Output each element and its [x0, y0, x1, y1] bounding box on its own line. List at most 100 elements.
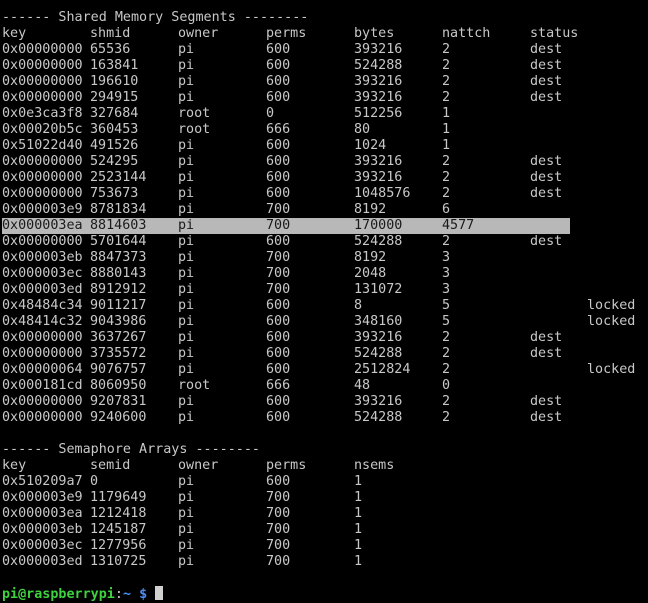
shm-perms: 600 — [266, 90, 291, 105]
shm-perms: 700 — [266, 218, 291, 233]
table-row[interactable]: 0x000003ec 1277956 pi 700 1 — [2, 538, 648, 554]
shm-key: 0x00000000 — [2, 234, 83, 249]
table-row[interactable]: 0x00020b5c 360453 root 666 80 1 — [2, 122, 648, 138]
table-row[interactable]: 0x00000000 65536 pi 600 393216 2 dest — [2, 42, 648, 58]
shm-owner: pi — [178, 410, 195, 425]
table-row[interactable]: 0x000003ed 1310725 pi 700 1 — [2, 554, 648, 570]
shm-bytes: 512256 — [354, 106, 403, 121]
shm-perms: 600 — [266, 234, 291, 249]
shm-nattch: 3 — [442, 266, 451, 281]
sem-nsems: 1 — [354, 522, 363, 537]
table-row[interactable]: 0x00000000 5701644 pi 600 524288 2 dest — [2, 234, 648, 250]
table-row[interactable]: 0x0e3ca3f8 327684 root 0 512256 1 — [2, 106, 648, 122]
shm-owner: pi — [178, 314, 195, 329]
shm-perms: 600 — [266, 74, 291, 89]
shm-owner: pi — [178, 266, 195, 281]
sem-semid: 0 — [90, 474, 99, 489]
shm-perms: 0 — [266, 106, 275, 121]
sem-key: 0x000003ed — [2, 554, 83, 569]
shm-key: 0x00000000 — [2, 154, 83, 169]
shm-owner: pi — [178, 250, 195, 265]
shm-key: 0x00000000 — [2, 346, 83, 361]
table-row[interactable]: 0x000003eb 8847373 pi 700 8192 3 — [2, 250, 648, 266]
shm-header-owner: owner — [178, 26, 219, 41]
shm-shmid: 2523144 — [90, 170, 147, 185]
shm-shmid: 9240600 — [90, 410, 147, 425]
table-row[interactable]: 0x00000000 163841 pi 600 524288 2 dest — [2, 58, 648, 74]
shm-bytes: 348160 — [354, 314, 403, 329]
table-row[interactable]: 0x000181cd 8060950 root 666 48 0 — [2, 378, 648, 394]
shm-bytes: 1024 — [354, 138, 387, 153]
table-row[interactable]: 0x00000000 524295 pi 600 393216 2 dest — [2, 154, 648, 170]
sem-header-row: key semid owner perms nsems — [2, 458, 648, 474]
table-row[interactable]: 0x00000000 294915 pi 600 393216 2 dest — [2, 90, 648, 106]
table-row[interactable]: 0x00000000 9240600 pi 600 524288 2 dest — [2, 410, 648, 426]
shm-key: 0x48414c32 — [2, 314, 83, 329]
table-row[interactable]: 0x00000000 753673 pi 600 1048576 2 dest — [2, 186, 648, 202]
shm-nattch: 5 — [442, 298, 451, 313]
table-row[interactable]: 0x00000000 196610 pi 600 393216 2 dest — [2, 74, 648, 90]
shm-key: 0x000181cd — [2, 378, 83, 393]
shm-nattch: 3 — [442, 250, 451, 265]
shm-shmid: 753673 — [90, 186, 139, 201]
shm-nattch: 6 — [442, 202, 451, 217]
shm-shmid: 5701644 — [90, 234, 147, 249]
sem-key: 0x000003ea — [2, 506, 83, 521]
table-row[interactable]: 0x48414c32 9043986 pi 600 348160 5 locked — [2, 314, 648, 330]
table-row[interactable]: 0x00000000 9207831 pi 600 393216 2 dest — [2, 394, 648, 410]
shm-shmid: 327684 — [90, 106, 139, 121]
shm-status: dest — [530, 42, 563, 57]
table-row[interactable]: 0x00000000 3637267 pi 600 393216 2 dest — [2, 330, 648, 346]
shm-header-perms: perms — [266, 26, 307, 41]
shm-owner: pi — [178, 298, 195, 313]
table-row[interactable]: 0x00000064 9076757 pi 600 2512824 2 locked — [2, 362, 648, 378]
prompt-colon: : — [114, 587, 123, 602]
shm-bytes: 524288 — [354, 58, 403, 73]
shm-bytes: 1048576 — [354, 186, 411, 201]
shm-bytes: 131072 — [354, 282, 403, 297]
shm-key: 0x00000000 — [2, 58, 83, 73]
shm-perms: 600 — [266, 138, 291, 153]
shm-shmid: 9043986 — [90, 314, 147, 329]
table-row[interactable]: 0x000003e9 1179649 pi 700 1 — [2, 490, 648, 506]
shm-owner: pi — [178, 74, 195, 89]
shm-status: dest — [530, 410, 563, 425]
shm-shmid: 196610 — [90, 74, 139, 89]
table-row[interactable]: 0x000003ed 8912912 pi 700 131072 3 — [2, 282, 648, 298]
shm-status: dest — [530, 74, 563, 89]
shm-owner: pi — [178, 202, 195, 217]
shm-section-title: ------ Shared Memory Segments -------- — [2, 10, 309, 25]
shm-perms: 600 — [266, 330, 291, 345]
shm-key: 0x000003eb — [2, 250, 83, 265]
shm-perms: 600 — [266, 170, 291, 185]
shm-shmid: 8060950 — [90, 378, 147, 393]
terminal-output[interactable]: ------ Shared Memory Segments -------- k… — [2, 10, 648, 602]
shm-status-locked: locked — [587, 362, 636, 377]
shm-nattch: 3 — [442, 282, 451, 297]
sem-perms: 700 — [266, 522, 291, 537]
table-row[interactable]: 0x00000000 3735572 pi 600 524288 2 dest — [2, 346, 648, 362]
sem-semid: 1277956 — [90, 538, 147, 553]
table-row[interactable]: 0x48484c34 9011217 pi 600 8 5 locked — [2, 298, 648, 314]
shm-owner: pi — [178, 346, 195, 361]
shm-nattch: 4577 — [442, 218, 475, 233]
shm-owner: pi — [178, 218, 195, 233]
table-row[interactable]: 0x000003ea 1212418 pi 700 1 — [2, 506, 648, 522]
table-row[interactable]: 0x000003eb 1245187 pi 700 1 — [2, 522, 648, 538]
table-row[interactable]: 0x000003ec 8880143 pi 700 2048 3 — [2, 266, 648, 282]
shm-key: 0x00000000 — [2, 90, 83, 105]
table-row[interactable]: 0x510209a7 0 pi 600 1 — [2, 474, 648, 490]
shm-bytes: 8 — [354, 298, 363, 313]
shm-bytes: 393216 — [354, 154, 403, 169]
sem-perms: 600 — [266, 474, 291, 489]
shm-nattch: 2 — [442, 58, 451, 73]
table-row[interactable]: 0x000003e9 8781834 pi 700 8192 6 — [2, 202, 648, 218]
shm-bytes: 393216 — [354, 42, 403, 57]
table-row-selected[interactable]: 0x000003ea 8814603 pi 700 170000 4577 — [2, 218, 570, 234]
shm-shmid: 8814603 — [90, 218, 147, 233]
table-row[interactable]: 0x00000000 2523144 pi 600 393216 2 dest — [2, 170, 648, 186]
table-row[interactable]: 0x51022d40 491526 pi 600 1024 1 — [2, 138, 648, 154]
shm-status-locked: locked — [587, 298, 636, 313]
shm-nattch: 2 — [442, 330, 451, 345]
shell-prompt[interactable]: pi@raspberrypi:~ $ — [2, 586, 648, 602]
